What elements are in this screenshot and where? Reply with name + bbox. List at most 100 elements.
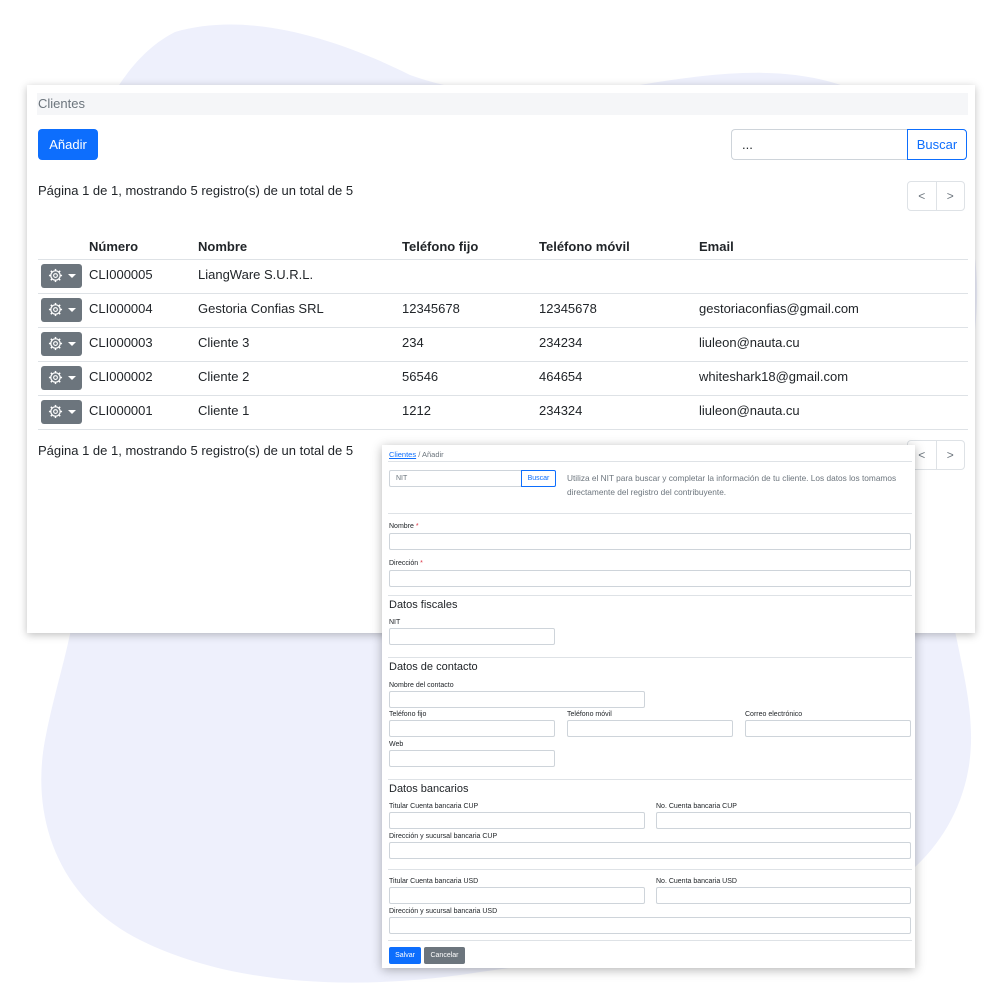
cell-telefono-movil: 464654 bbox=[539, 369, 583, 384]
breadcrumb-link-clientes[interactable]: Clientes bbox=[389, 450, 416, 459]
gear-icon bbox=[48, 370, 63, 385]
breadcrumb: Clientes bbox=[37, 93, 968, 115]
column-header-nombre: Nombre bbox=[198, 239, 248, 254]
row-actions-button[interactable] bbox=[41, 400, 82, 424]
nombre-field[interactable] bbox=[389, 533, 911, 550]
table-header: Número Nombre Teléfono fijo Teléfono móv… bbox=[38, 235, 968, 260]
nombre-contacto-field[interactable] bbox=[389, 691, 645, 708]
direccion-field[interactable] bbox=[389, 570, 911, 587]
pager-prev-button[interactable]: < bbox=[908, 182, 936, 210]
cell-telefono-movil: 234324 bbox=[539, 403, 583, 418]
titular-cup-label: Titular Cuenta bancaria CUP bbox=[389, 803, 479, 810]
no-cup-field[interactable] bbox=[656, 812, 911, 829]
nombre-label-text: Nombre bbox=[389, 523, 414, 530]
pagination-info-bottom: Página 1 de 1, mostrando 5 registro(s) d… bbox=[38, 443, 354, 458]
pagination-top: < > bbox=[907, 181, 965, 211]
row-actions-button[interactable] bbox=[41, 366, 82, 390]
cell-telefono-movil: 234234 bbox=[539, 335, 583, 350]
row-actions-button[interactable] bbox=[41, 298, 82, 322]
nit-label: NIT bbox=[389, 619, 401, 626]
nit-search-input[interactable]: NIT bbox=[389, 470, 522, 487]
dir-usd-label: Dirección y sucursal bancaria USD bbox=[389, 908, 498, 915]
caret-down-icon bbox=[68, 274, 76, 278]
titular-usd-field[interactable] bbox=[389, 887, 645, 904]
pager-next-button[interactable]: > bbox=[935, 182, 965, 210]
gear-icon bbox=[48, 268, 63, 283]
row-actions-button[interactable] bbox=[41, 332, 82, 356]
column-header-telefono-fijo: Teléfono fijo bbox=[402, 239, 479, 254]
breadcrumb-current: Añadir bbox=[421, 450, 444, 459]
cell-email: liuleon@nauta.cu bbox=[699, 403, 800, 418]
row-actions-button[interactable] bbox=[41, 264, 82, 288]
pager-next-button[interactable]: > bbox=[935, 441, 965, 469]
cell-email: liuleon@nauta.cu bbox=[699, 335, 800, 350]
cell-nombre: Cliente 3 bbox=[198, 335, 250, 350]
caret-down-icon bbox=[68, 376, 76, 380]
telefono-fijo-label: Teléfono fijo bbox=[389, 711, 427, 718]
cell-nombre: Cliente 1 bbox=[198, 403, 250, 418]
cell-numero: CLI000002 bbox=[89, 369, 153, 384]
nombre-label: Nombre * bbox=[389, 523, 419, 530]
nombre-contacto-label: Nombre del contacto bbox=[389, 682, 454, 689]
required-mark: * bbox=[420, 560, 423, 567]
pagination-info-top: Página 1 de 1, mostrando 5 registro(s) d… bbox=[38, 183, 354, 198]
clients-table: Número Nombre Teléfono fijo Teléfono móv… bbox=[38, 235, 968, 430]
cell-email: gestoriaconfias@gmail.com bbox=[699, 301, 859, 316]
dir-usd-field[interactable] bbox=[389, 917, 911, 934]
cell-numero: CLI000005 bbox=[89, 267, 153, 282]
no-usd-field[interactable] bbox=[656, 887, 911, 904]
dir-cup-field[interactable] bbox=[389, 842, 911, 859]
telefono-movil-field[interactable] bbox=[567, 720, 733, 737]
correo-field[interactable] bbox=[745, 720, 911, 737]
table-row: CLI000002 Cliente 2 56546 464654 whitesh… bbox=[38, 362, 968, 396]
add-client-button[interactable]: Añadir bbox=[38, 129, 98, 160]
cell-numero: CLI000001 bbox=[89, 403, 153, 418]
table-row: CLI000001 Cliente 1 1212 234324 liuleon@… bbox=[38, 396, 968, 430]
no-usd-label: No. Cuenta bancaria USD bbox=[656, 878, 737, 885]
add-client-form-panel: Clientes / Añadir NIT Buscar Utiliza el … bbox=[382, 445, 915, 968]
save-button[interactable]: Salvar bbox=[389, 947, 421, 964]
cell-nombre: Gestoria Confias SRL bbox=[198, 301, 324, 316]
divider bbox=[388, 513, 912, 514]
cell-email: whiteshark18@gmail.com bbox=[699, 369, 849, 384]
cell-nombre: Cliente 2 bbox=[198, 369, 250, 384]
section-datos-fiscales: Datos fiscales bbox=[389, 599, 458, 611]
cell-telefono-fijo: 12345678 bbox=[402, 301, 460, 316]
divider bbox=[388, 461, 912, 462]
caret-down-icon bbox=[68, 308, 76, 312]
table-row: CLI000003 Cliente 3 234 234234 liuleon@n… bbox=[38, 328, 968, 362]
breadcrumb-clientes: Clientes bbox=[38, 96, 85, 111]
titular-cup-field[interactable] bbox=[389, 812, 645, 829]
divider bbox=[388, 869, 912, 870]
required-mark: * bbox=[415, 523, 419, 530]
breadcrumb-separator: / bbox=[418, 450, 421, 459]
web-field[interactable] bbox=[389, 750, 555, 767]
form-breadcrumb: Clientes / Añadir bbox=[389, 450, 444, 459]
cancel-button[interactable]: Cancelar bbox=[424, 947, 465, 964]
telefono-fijo-field[interactable] bbox=[389, 720, 555, 737]
gear-icon bbox=[48, 404, 63, 419]
cell-nombre: LiangWare S.U.R.L. bbox=[198, 267, 314, 282]
nit-field[interactable] bbox=[389, 628, 555, 645]
cell-telefono-fijo: 234 bbox=[402, 335, 424, 350]
direccion-label: Dirección * bbox=[389, 560, 423, 567]
correo-label: Correo electrónico bbox=[745, 711, 803, 718]
section-datos-bancarios: Datos bancarios bbox=[389, 783, 469, 795]
no-cup-label: No. Cuenta bancaria CUP bbox=[656, 803, 737, 810]
column-header-numero: Número bbox=[89, 239, 139, 254]
cell-numero: CLI000003 bbox=[89, 335, 153, 350]
telefono-movil-label: Teléfono móvil bbox=[567, 711, 612, 718]
search-button[interactable]: Buscar bbox=[907, 129, 967, 160]
gear-icon bbox=[48, 336, 63, 351]
cell-telefono-movil: 12345678 bbox=[539, 301, 597, 316]
search-input[interactable]: ... bbox=[731, 129, 916, 160]
section-datos-contacto: Datos de contacto bbox=[389, 661, 478, 673]
divider bbox=[388, 779, 912, 780]
column-header-telefono-movil: Teléfono móvil bbox=[539, 239, 630, 254]
divider bbox=[388, 595, 912, 596]
dir-cup-label: Dirección y sucursal bancaria CUP bbox=[389, 833, 498, 840]
caret-down-icon bbox=[68, 342, 76, 346]
nit-search-button[interactable]: Buscar bbox=[521, 470, 556, 487]
table-row: CLI000004 Gestoria Confias SRL 12345678 … bbox=[38, 294, 968, 328]
titular-usd-label: Titular Cuenta bancaria USD bbox=[389, 878, 479, 885]
